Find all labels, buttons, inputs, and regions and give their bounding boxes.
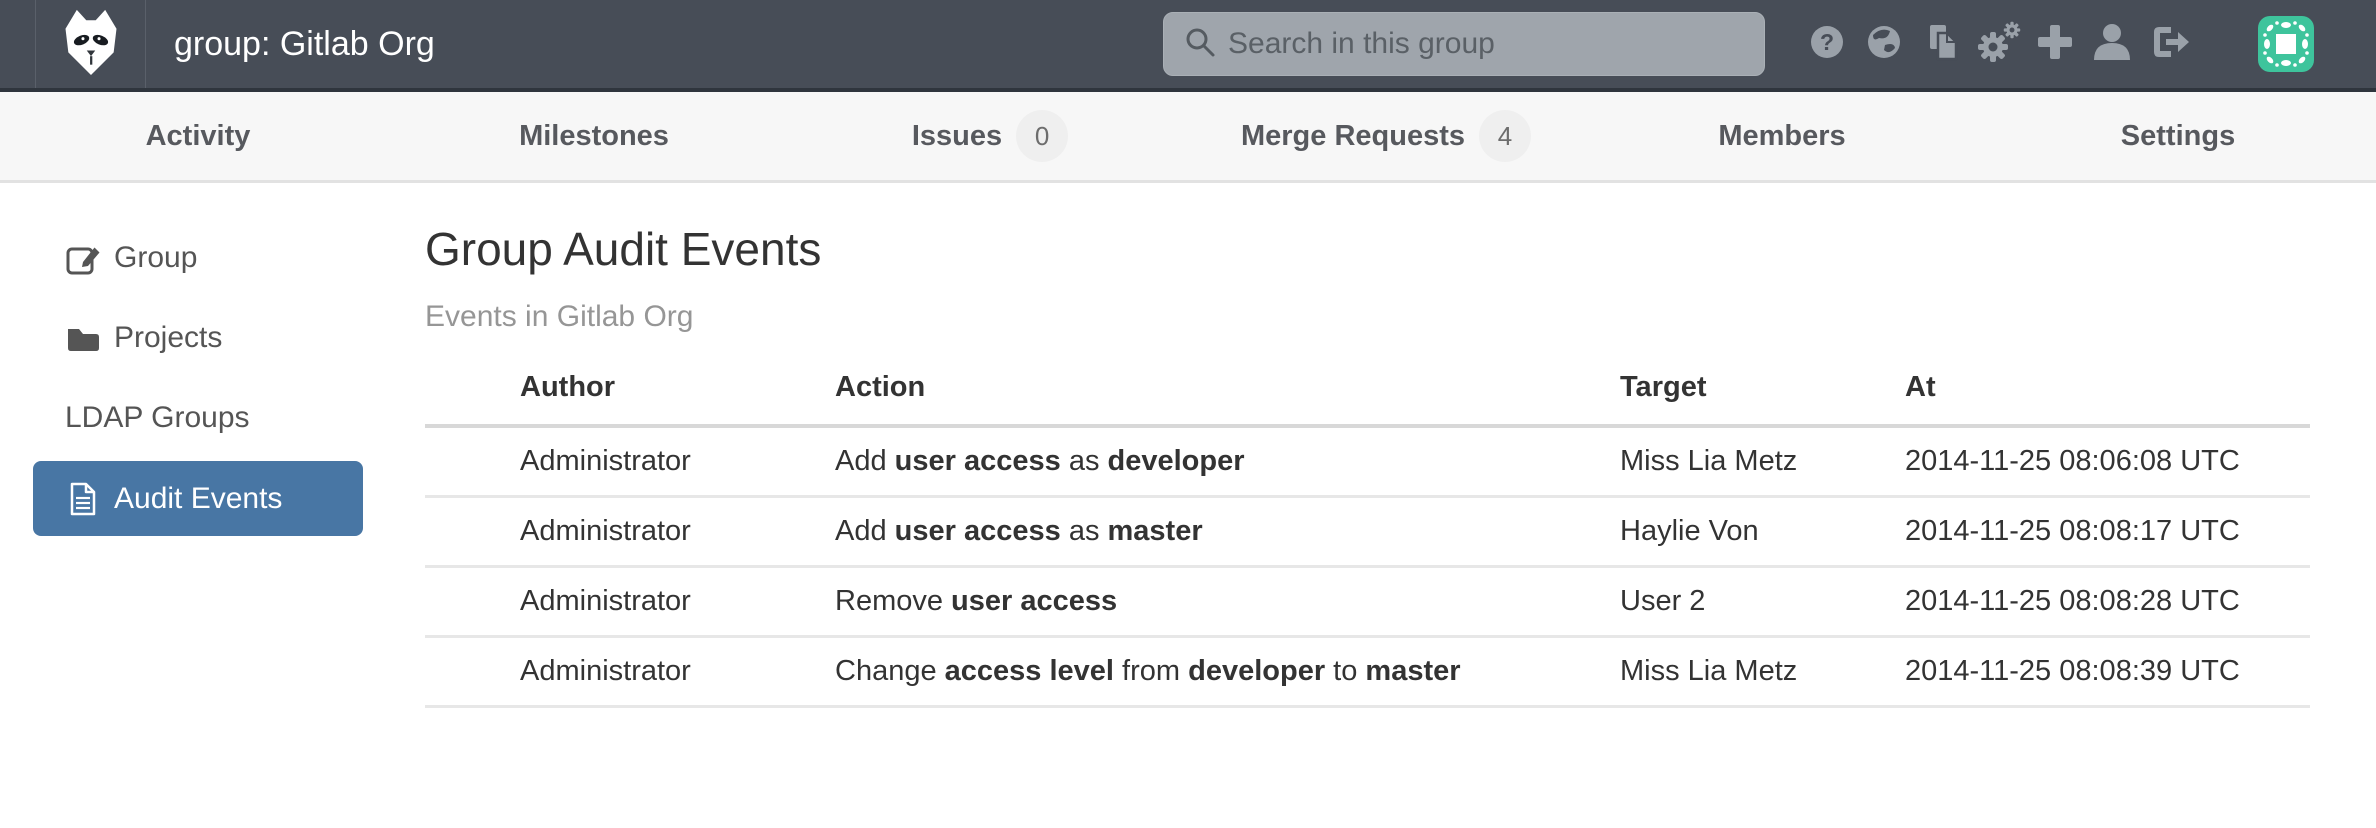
action-cell: Add user access as master xyxy=(835,497,1620,567)
nav-tab-settings[interactable]: Settings xyxy=(1980,92,2376,180)
table-row: Administrator Change access level from d… xyxy=(425,637,2310,707)
admin-gears-icon xyxy=(1975,19,2021,70)
nav-tab-label: Members xyxy=(1718,120,1845,153)
table-row: Administrator Add user access as develop… xyxy=(425,426,2310,497)
column-header-action: Action xyxy=(835,363,1620,426)
timestamp-cell: 2014-11-25 08:08:17 UTC xyxy=(1905,497,2310,567)
nav-tab-issues[interactable]: Issues 0 xyxy=(792,92,1188,180)
nav-tab-merge-requests[interactable]: Merge Requests 4 xyxy=(1188,92,1584,180)
profile-icon xyxy=(2089,19,2135,70)
top-header: group: Gitlab Org ? xyxy=(0,0,2376,92)
timestamp-cell: 2014-11-25 08:06:08 UTC xyxy=(1905,426,2310,497)
audit-events-table: Author Action Target At Administrator Ad… xyxy=(425,363,2310,708)
sidebar-item-label: Group xyxy=(114,241,197,275)
help-button[interactable]: ? xyxy=(1798,0,1855,88)
plus-icon xyxy=(2032,19,2078,70)
admin-area-button[interactable] xyxy=(1969,0,2026,88)
profile-button[interactable] xyxy=(2083,0,2140,88)
svg-text:?: ? xyxy=(1819,29,1833,55)
column-header-at: At xyxy=(1905,363,2310,426)
author-cell: Administrator xyxy=(425,637,835,707)
nav-tab-label: Merge Requests xyxy=(1241,120,1465,153)
author-cell: Administrator xyxy=(425,497,835,567)
group-nav: Activity Milestones Issues 0 Merge Reques… xyxy=(0,92,2376,183)
table-row: Administrator Add user access as master … xyxy=(425,497,2310,567)
snippets-button[interactable] xyxy=(1912,0,1969,88)
target-cell: Miss Lia Metz xyxy=(1620,426,1905,497)
explore-button[interactable] xyxy=(1855,0,1912,88)
sidebar-item-ldap-groups[interactable]: LDAP Groups xyxy=(0,378,425,458)
folder-icon xyxy=(65,320,101,356)
sidebar-item-label: Audit Events xyxy=(114,482,282,516)
search-input[interactable] xyxy=(1228,27,1748,61)
file-text-icon xyxy=(65,481,101,517)
group-search[interactable] xyxy=(1163,12,1765,76)
action-cell: Add user access as developer xyxy=(835,426,1620,497)
action-cell: Change access level from developer to ma… xyxy=(835,637,1620,707)
action-cell: Remove user access xyxy=(835,567,1620,637)
target-cell: User 2 xyxy=(1620,567,1905,637)
target-cell: Miss Lia Metz xyxy=(1620,637,1905,707)
settings-sidebar: Group Projects LDAP Groups xyxy=(0,183,425,828)
gitlab-logo[interactable] xyxy=(36,0,146,88)
page-title: Group Audit Events xyxy=(425,222,2310,277)
author-cell: Administrator xyxy=(425,567,835,637)
sidebar-item-group[interactable]: Group xyxy=(0,218,425,298)
globe-icon xyxy=(1861,19,1907,70)
nav-tab-milestones[interactable]: Milestones xyxy=(396,92,792,180)
nav-tab-members[interactable]: Members xyxy=(1584,92,1980,180)
table-header-row: Author Action Target At xyxy=(425,363,2310,426)
sidebar-item-audit-events[interactable]: Audit Events xyxy=(33,461,363,536)
timestamp-cell: 2014-11-25 08:08:39 UTC xyxy=(1905,637,2310,707)
header-left-strip xyxy=(0,0,36,88)
copy-icon xyxy=(1918,19,1964,70)
target-cell: Haylie Von xyxy=(1620,497,1905,567)
author-cell: Administrator xyxy=(425,426,835,497)
column-header-target: Target xyxy=(1620,363,1905,426)
merge-requests-count-badge: 4 xyxy=(1479,110,1531,162)
nav-tab-label: Activity xyxy=(146,120,251,153)
gitlab-fox-icon xyxy=(57,6,125,83)
help-icon: ? xyxy=(1804,19,1850,70)
header-group-title: group: Gitlab Org xyxy=(174,25,435,64)
nav-tab-activity[interactable]: Activity xyxy=(0,92,396,180)
timestamp-cell: 2014-11-25 08:08:28 UTC xyxy=(1905,567,2310,637)
pencil-square-icon xyxy=(65,240,101,276)
issues-count-badge: 0 xyxy=(1016,110,1068,162)
page-subtitle: Events in Gitlab Org xyxy=(425,299,2310,335)
content-area: Group Audit Events Events in Gitlab Org … xyxy=(425,183,2376,828)
table-row: Administrator Remove user access User 2 … xyxy=(425,567,2310,637)
sidebar-item-label: LDAP Groups xyxy=(65,401,250,435)
header-icon-bar: ? xyxy=(1798,0,2197,88)
nav-tab-label: Issues xyxy=(912,120,1002,153)
sidebar-item-label: Projects xyxy=(114,321,222,355)
nav-tab-label: Settings xyxy=(2121,120,2235,153)
new-project-button[interactable] xyxy=(2026,0,2083,88)
sign-out-icon xyxy=(2146,19,2192,70)
sidebar-item-projects[interactable]: Projects xyxy=(0,298,425,378)
search-icon xyxy=(1182,24,1218,65)
column-header-author: Author xyxy=(425,363,835,426)
nav-tab-label: Milestones xyxy=(519,120,669,153)
sign-out-button[interactable] xyxy=(2140,0,2197,88)
user-avatar[interactable] xyxy=(2258,16,2314,72)
